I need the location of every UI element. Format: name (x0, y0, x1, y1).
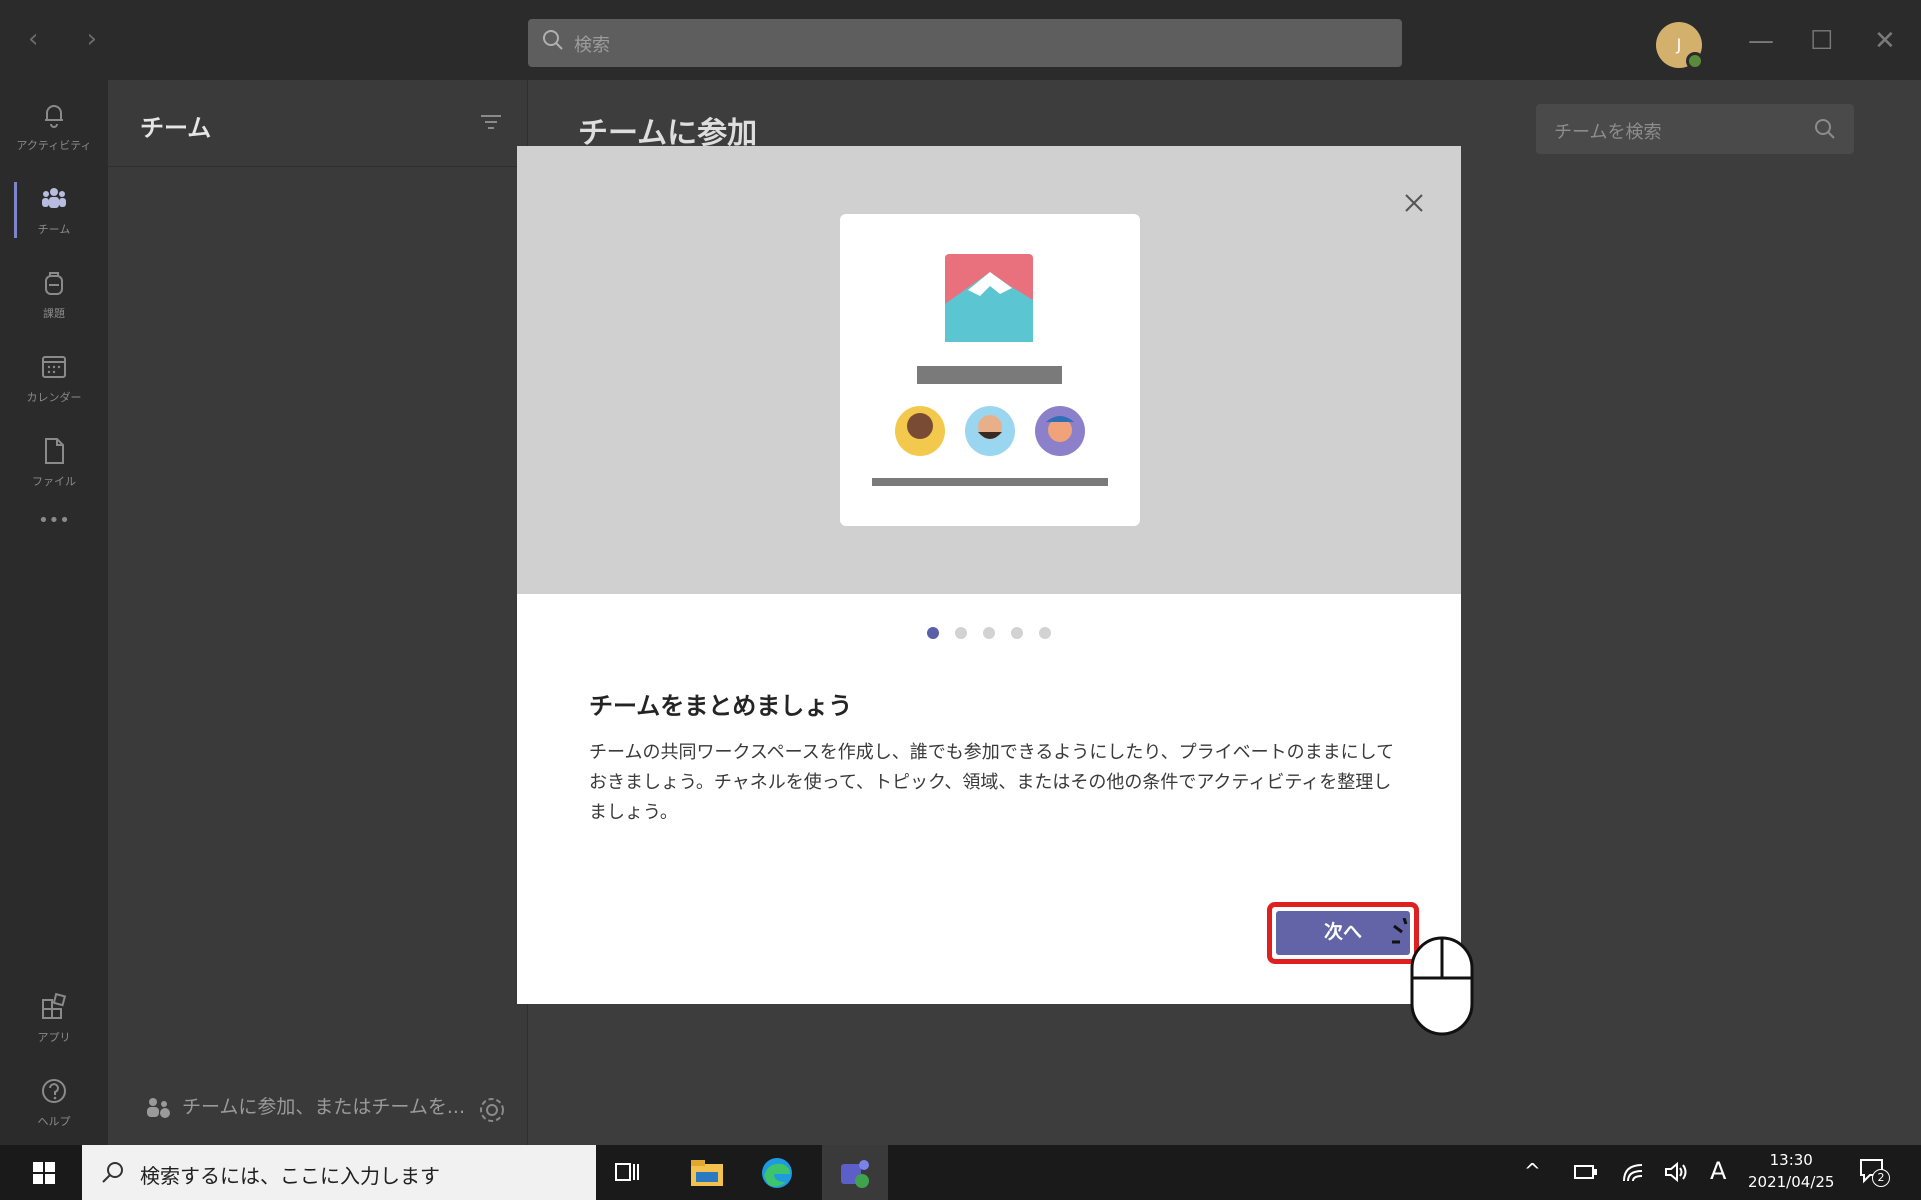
close-window-button[interactable]: ✕ (1874, 26, 1896, 56)
clock[interactable]: 13:30 2021/04/25 (1748, 1149, 1834, 1193)
minimize-button[interactable]: — (1748, 26, 1774, 56)
clock-date: 2021/04/25 (1748, 1173, 1835, 1191)
file-explorer-icon[interactable] (690, 1158, 724, 1188)
volume-icon[interactable] (1664, 1161, 1688, 1183)
rail-item-teams[interactable]: チーム (0, 172, 108, 248)
teams-icon (42, 188, 66, 208)
global-search-bar[interactable]: 検索 (528, 19, 1402, 67)
rail-label-apps: アプリ (37, 1031, 71, 1044)
notification-count-badge: 2 (1872, 1169, 1890, 1187)
windows-taskbar: 検索するには、ここに入力します ^ A 13:30 2021/04/25 2 (0, 1145, 1921, 1200)
clock-time: 13:30 (1769, 1151, 1813, 1169)
team-search-input[interactable]: チームを検索 (1536, 104, 1854, 154)
page-indicator (517, 624, 1461, 643)
active-indicator (14, 182, 17, 238)
rail-label-assignments: 課題 (43, 307, 65, 320)
teams-app-icon (841, 1160, 869, 1188)
maximize-button[interactable]: ☐ (1810, 26, 1833, 56)
rail-item-apps[interactable]: アプリ (0, 980, 108, 1056)
apps-icon (42, 992, 67, 1019)
page-dot-active[interactable] (927, 627, 939, 639)
rail-item-calendar[interactable]: カレンダー (0, 340, 108, 416)
search-icon (102, 1162, 123, 1183)
show-hidden-icons[interactable]: ^ (1524, 1159, 1541, 1183)
avatar-initial: J (1676, 35, 1682, 54)
join-team-icon (147, 1097, 170, 1118)
rail-label-teams: チーム (37, 223, 71, 236)
calendar-icon (42, 356, 66, 378)
taskbar-search-placeholder: 検索するには、ここに入力します (140, 1164, 440, 1188)
dialog-hero (517, 146, 1461, 594)
wifi-icon[interactable] (1622, 1161, 1646, 1183)
rail-label-activity: アクティビティ (16, 139, 92, 152)
team-search-placeholder: チームを検索 (1554, 122, 1662, 143)
title-bar: ‹ › 検索 J — ☐ ✕ (0, 0, 1921, 80)
battery-icon[interactable] (1574, 1163, 1598, 1181)
dialog-description: チームの共同ワークスペースを作成し、誰でも参加できるようにしたり、プライベートの… (589, 742, 1395, 823)
notification-center-button[interactable]: 2 (1858, 1157, 1892, 1189)
presence-dot (1686, 52, 1704, 70)
taskbar-search-box[interactable]: 検索するには、ここに入力します (82, 1145, 596, 1200)
next-button[interactable]: 次へ (1276, 911, 1410, 955)
dialog-heading: チームをまとめましょう (589, 692, 853, 720)
edge-browser-icon[interactable] (760, 1156, 794, 1190)
rail-item-help[interactable]: ヘルプ (0, 1064, 108, 1140)
close-icon[interactable] (1399, 188, 1429, 218)
rail-label-help: ヘルプ (37, 1115, 71, 1128)
join-or-create-team-label: チームに参加、またはチームを... (182, 1096, 465, 1118)
ime-indicator[interactable]: A (1710, 1157, 1726, 1185)
bell-icon (45, 105, 63, 128)
rail-label-calendar: カレンダー (26, 391, 82, 404)
onboarding-dialog: チームをまとめましょう チームの共同ワークスペースを作成し、誰でも参加できるよう… (517, 146, 1461, 1004)
filter-icon[interactable] (479, 112, 503, 132)
app-rail: アクティビティ チーム 課題 カレンダー ファイル ••• アプリ ヘルプ (0, 80, 108, 1145)
rail-item-files[interactable]: ファイル (0, 424, 108, 500)
page-dot[interactable] (983, 627, 995, 639)
gear-icon[interactable] (477, 1095, 507, 1125)
teams-taskbar-button[interactable] (822, 1145, 888, 1200)
join-or-create-team-link[interactable]: チームに参加、またはチームを... (146, 1092, 465, 1119)
page-dot[interactable] (1039, 627, 1051, 639)
global-search-placeholder: 検索 (574, 35, 610, 56)
search-icon (543, 30, 563, 50)
backpack-icon (45, 272, 63, 295)
task-view-icon[interactable] (614, 1160, 640, 1186)
mouse-click-icon (1392, 918, 1474, 1036)
teams-panel: チーム チームに参加、またはチームを... (108, 80, 528, 1145)
file-icon (45, 438, 64, 464)
nav-arrows[interactable]: ‹ › (28, 24, 117, 54)
page-dot[interactable] (1011, 627, 1023, 639)
help-icon (42, 1079, 66, 1103)
windows-start-icon[interactable] (32, 1161, 56, 1185)
search-icon (1815, 119, 1835, 139)
more-icon: ••• (38, 510, 70, 531)
page-dot[interactable] (955, 627, 967, 639)
rail-label-files: ファイル (32, 475, 76, 488)
panel-divider (108, 166, 528, 167)
team-illustration-graphic (872, 254, 1108, 486)
rail-item-assignments[interactable]: 課題 (0, 256, 108, 332)
avatar[interactable]: J (1656, 22, 1704, 70)
rail-item-more[interactable]: ••• (0, 508, 108, 584)
teams-panel-header: チーム (140, 114, 212, 142)
team-illustration (840, 214, 1140, 526)
rail-item-activity[interactable]: アクティビティ (0, 88, 108, 164)
